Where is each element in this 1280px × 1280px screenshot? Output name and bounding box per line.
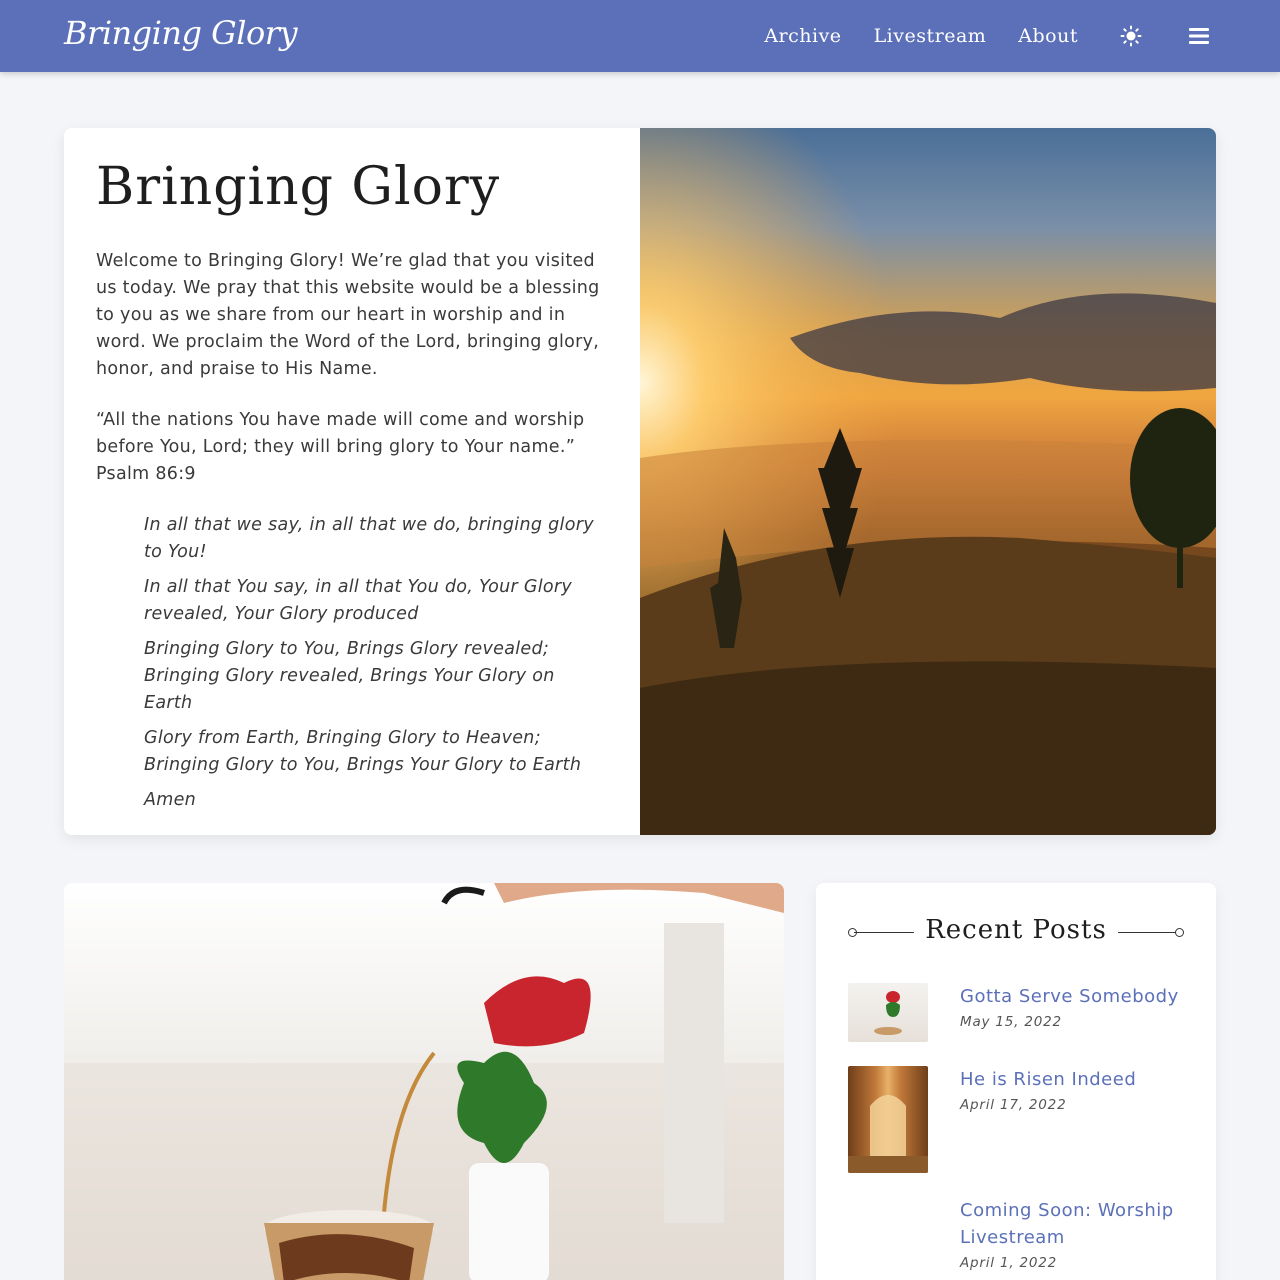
recent-posts-widget: Recent Posts Gotta Serve Somebody May 15…	[816, 883, 1216, 1280]
song-lyrics: In all that we say, in all that we do, b…	[144, 512, 608, 814]
nav-livestream[interactable]: Livestream	[874, 25, 987, 47]
hero-card: Bringing Glory Welcome to Bringing Glory…	[64, 128, 1216, 835]
post-title-link[interactable]: Coming Soon: Worship Livestream	[960, 1197, 1188, 1251]
lyric-line: In all that we say, in all that we do, b…	[144, 515, 594, 563]
lyric-line: Amen	[144, 790, 197, 811]
scripture-ref: Psalm 86:9	[96, 464, 196, 485]
post-title-link[interactable]: Gotta Serve Somebody	[960, 983, 1188, 1010]
post-date: May 15, 2022	[960, 1014, 1062, 1030]
site-header: Bringing Glory Archive Livestream About	[0, 0, 1280, 72]
welcome-text: Welcome to Bringing Glory! We’re glad th…	[96, 251, 600, 380]
post-info: Coming Soon: Worship Livestream April 1,…	[960, 1197, 1188, 1271]
widget-title: Recent Posts	[925, 915, 1107, 945]
sunrise-landscape-image	[640, 128, 1216, 835]
lyric-line: Glory from Earth, Bringing Glory to Heav…	[144, 728, 582, 776]
hamburger-menu-icon[interactable]	[1186, 23, 1212, 49]
post-info: He is Risen Indeed April 17, 2022	[960, 1066, 1188, 1113]
lyric-line: In all that You say, in all that You do,…	[144, 577, 573, 625]
sun-icon[interactable]	[1118, 23, 1144, 49]
post-thumbnail[interactable]	[848, 1066, 928, 1173]
post-title-link[interactable]: He is Risen Indeed	[960, 1066, 1188, 1093]
post-thumbnail[interactable]	[848, 983, 928, 1042]
lyric-line: Bringing Glory to You, Brings Glory reve…	[144, 639, 555, 714]
hero-text: Bringing Glory Welcome to Bringing Glory…	[96, 156, 608, 822]
post-info: Gotta Serve Somebody May 15, 2022	[960, 983, 1188, 1030]
ornament-dot	[1175, 928, 1184, 937]
nav-archive[interactable]: Archive	[764, 25, 841, 47]
featured-post-image[interactable]	[64, 883, 784, 1280]
main-nav: Archive Livestream About	[732, 0, 1212, 72]
widget-heading: Recent Posts	[848, 913, 1184, 953]
site-logo[interactable]: Bringing Glory	[64, 14, 298, 52]
ornament-line	[1118, 932, 1178, 933]
page-title: Bringing Glory	[96, 157, 501, 217]
scripture-quote: “All the nations You have made will come…	[96, 407, 608, 488]
nav-about[interactable]: About	[1018, 25, 1078, 47]
scripture-verse: “All the nations You have made will come…	[96, 410, 585, 458]
post-date: April 1, 2022	[960, 1255, 1058, 1271]
post-date: April 17, 2022	[960, 1097, 1067, 1113]
